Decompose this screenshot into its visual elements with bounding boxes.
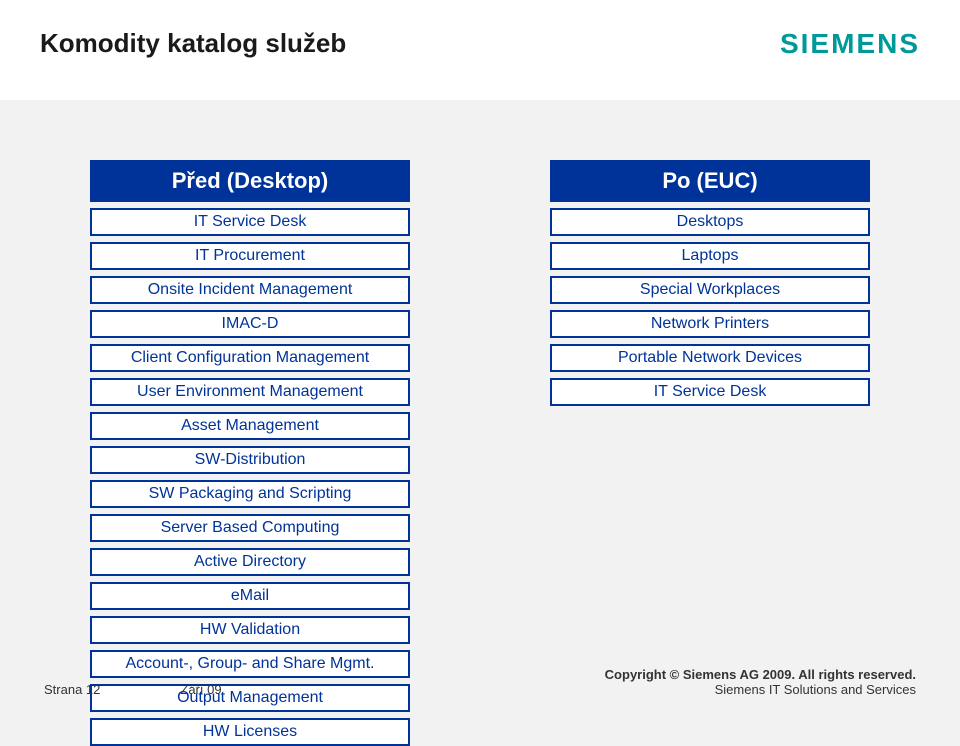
list-item: IT Procurement (90, 242, 410, 270)
list-item: IT Service Desk (550, 378, 870, 406)
list-item: HW Validation (90, 616, 410, 644)
list-item: Client Configuration Management (90, 344, 410, 372)
org-name: Siemens IT Solutions and Services (605, 682, 916, 697)
list-item: IT Service Desk (90, 208, 410, 236)
left-column-header: Před (Desktop) (90, 160, 410, 202)
list-item: HW Licenses (90, 718, 410, 746)
right-column: Po (EUC) Desktops Laptops Special Workpl… (550, 160, 870, 746)
list-item: Network Printers (550, 310, 870, 338)
list-item: Onsite Incident Management (90, 276, 410, 304)
list-item: Portable Network Devices (550, 344, 870, 372)
list-item: IMAC-D (90, 310, 410, 338)
footer-right: Copyright © Siemens AG 2009. All rights … (605, 667, 916, 697)
list-item: eMail (90, 582, 410, 610)
page-number: Strana 12 (44, 682, 100, 697)
list-item: Active Directory (90, 548, 410, 576)
list-item: User Environment Management (90, 378, 410, 406)
footer: Strana 12 Září 09 Copyright © Siemens AG… (44, 667, 916, 697)
list-item: Laptops (550, 242, 870, 270)
content-area: Před (Desktop) IT Service Desk IT Procur… (0, 100, 960, 746)
list-item: SW-Distribution (90, 446, 410, 474)
list-item: Desktops (550, 208, 870, 236)
list-item: Server Based Computing (90, 514, 410, 542)
right-column-header: Po (EUC) (550, 160, 870, 202)
list-item: SW Packaging and Scripting (90, 480, 410, 508)
list-item: Special Workplaces (550, 276, 870, 304)
left-column: Před (Desktop) IT Service Desk IT Procur… (90, 160, 410, 746)
header: Komodity katalog služeb SIEMENS (0, 0, 960, 100)
footer-left: Strana 12 Září 09 (44, 682, 222, 697)
footer-date: Září 09 (180, 682, 221, 697)
siemens-logo: SIEMENS (780, 28, 920, 60)
copyright: Copyright © Siemens AG 2009. All rights … (605, 667, 916, 682)
list-item: Asset Management (90, 412, 410, 440)
